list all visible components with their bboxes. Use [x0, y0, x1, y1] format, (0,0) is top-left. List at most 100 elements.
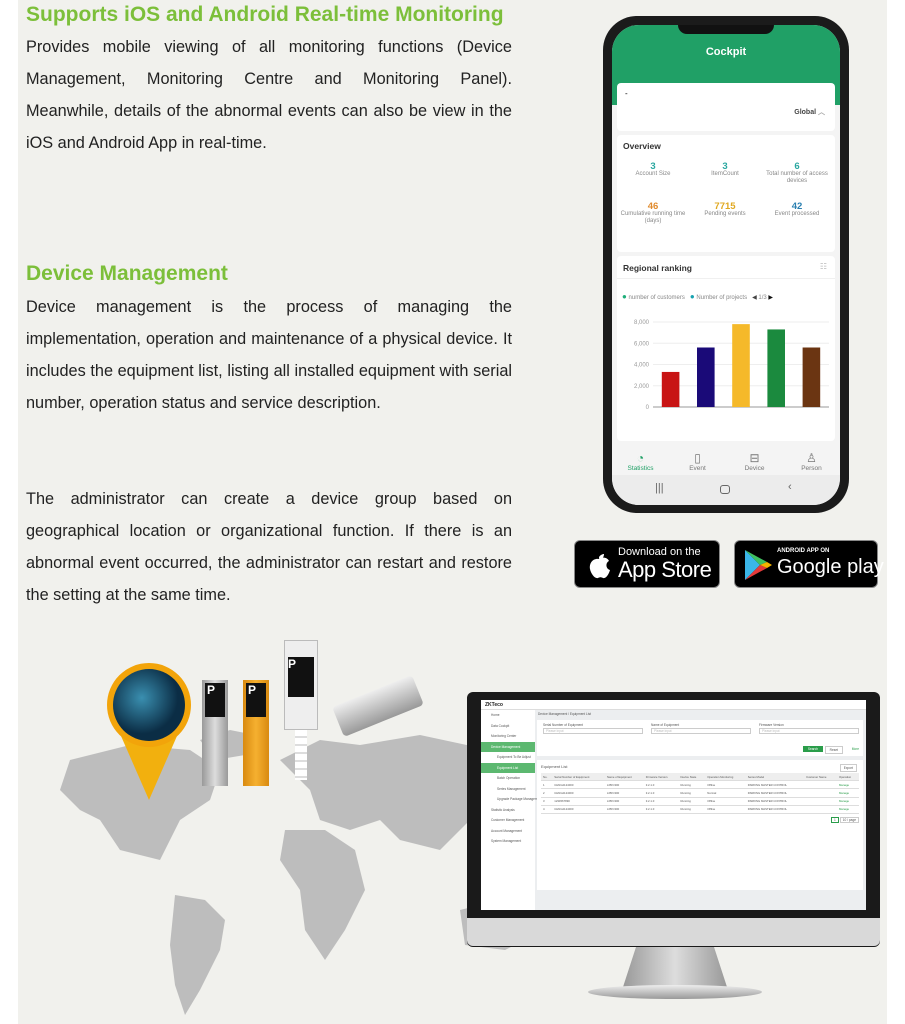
table-cell: CHNG2124000	[552, 805, 606, 814]
bar[interactable]	[697, 347, 715, 408]
table-cell[interactable]: Manage	[836, 788, 859, 798]
bar[interactable]	[802, 347, 821, 408]
stat-label: ItemCount	[711, 171, 739, 177]
bar[interactable]	[767, 329, 785, 407]
console-sidebar-item[interactable]: Home	[481, 710, 535, 721]
table-cell: 4	[541, 805, 553, 814]
y-tick-label: 6,000	[634, 341, 650, 347]
console-sidebar-item[interactable]: Equipment List	[481, 762, 535, 773]
table-cell: Running	[678, 780, 706, 790]
stat-value: 42	[791, 201, 803, 212]
table-cell: LPRC300	[605, 788, 644, 798]
filter-field: Name of Equipment Please input	[651, 723, 751, 734]
equipment-table: No. Serial Number of Equipment Name of Equ…	[541, 773, 859, 814]
scope-selector[interactable]: Global ︿	[794, 107, 825, 117]
bottom-nav-person[interactable]: ♙ Person	[783, 451, 840, 472]
console-more-link[interactable]: More	[852, 747, 859, 751]
table-cell: Normal	[705, 788, 746, 798]
stat-label: Account Size	[635, 171, 671, 177]
console-search-button[interactable]: Search	[802, 746, 823, 752]
equipment-list-title: Equipment List	[541, 764, 568, 769]
page-size-select[interactable]: 10 / page	[839, 816, 859, 823]
bottom-nav-statistics[interactable]: ◔ Statistics	[612, 451, 669, 472]
console-sidebar-item[interactable]: Monitoring Center	[481, 731, 535, 742]
app-header-title: Cockpit	[705, 46, 747, 58]
table-cell: 1234567890	[552, 797, 606, 806]
table-cell[interactable]: Manage	[836, 780, 859, 790]
console-sidebar-item[interactable]: System Management	[481, 836, 535, 847]
section-title-mobile: Supports iOS and Android Real-time Monit…	[26, 3, 504, 26]
ranking-bar-chart: 0 2,000 4,000 6,000 8,000	[634, 320, 829, 411]
legend-customers[interactable]: number of customers	[629, 295, 685, 301]
table-cell	[804, 788, 837, 798]
stat-value: 46	[647, 201, 659, 212]
console-sidebar-item[interactable]: Account Management	[481, 826, 535, 837]
table-cell	[804, 797, 837, 806]
table-cell: Running	[678, 797, 706, 806]
recent-apps-icon[interactable]: |||	[655, 482, 664, 494]
legend-projects[interactable]: Number of projects	[696, 295, 747, 301]
section-body-mobile: Provides mobile viewing of all monitorin…	[26, 38, 512, 152]
console-sidebar-item[interactable]: Batch Operation	[481, 773, 535, 784]
apple-logo-icon	[589, 554, 610, 579]
legend-dot-projects: ●	[689, 292, 695, 301]
play-text: play	[847, 556, 884, 578]
stat-label: Total number of access devices	[766, 171, 828, 184]
back-icon[interactable]: ‹	[788, 481, 792, 493]
table-cell[interactable]: Manage	[836, 797, 859, 806]
table-cell: Offline	[705, 780, 746, 790]
console-sidebar-item[interactable]: Data Cockpit	[481, 721, 535, 732]
overview-card: Overview 3 Account Size 3 ItemCount 6 Total n…	[617, 135, 835, 252]
filter-label: Serial Number of Equipment	[543, 723, 584, 727]
column-header: Name of Equipment	[605, 773, 644, 782]
column-header: Customer Name	[804, 773, 837, 782]
console-sidebar-item[interactable]: Equipment To Be Adjust	[481, 752, 535, 763]
table-cell: LPRC300	[605, 780, 644, 790]
console-sidebar-item[interactable]: Device Management	[481, 741, 535, 752]
bar[interactable]	[661, 371, 680, 407]
stat-label: Cumulative running time (days)	[620, 211, 686, 224]
overview-title: Overview	[623, 141, 661, 151]
nav-label: Statistics	[627, 465, 654, 472]
console-sidebar-item[interactable]: Customer Management	[481, 815, 535, 826]
export-button[interactable]: Export	[839, 764, 857, 772]
google-text: Google	[777, 556, 842, 578]
prev-page-icon[interactable]: ◀	[752, 295, 757, 301]
table-cell: PARKING MASTER CONTROL	[745, 788, 805, 798]
scope-label: Global	[794, 109, 817, 116]
scope-card[interactable]: - Global ︿	[617, 83, 835, 131]
google-play-badge[interactable]: ANDROID APP ON Google play	[734, 540, 884, 588]
console-sidebar-item[interactable]: Statistic Analysis	[481, 805, 535, 816]
console-sidebar-item[interactable]: Series Management	[481, 784, 535, 795]
table-cell: Offline	[705, 805, 746, 814]
next-page-icon[interactable]: ▶	[768, 295, 773, 301]
filter-input[interactable]: Please input	[759, 728, 859, 734]
filter-label: Firmware Version	[759, 723, 784, 727]
bottom-nav-event[interactable]: ▯ Event	[669, 451, 726, 472]
home-icon[interactable]	[720, 485, 730, 494]
console-reset-button[interactable]: Reset	[824, 746, 843, 754]
stat-label: Event processed	[774, 211, 820, 217]
stat-value: 6	[794, 161, 800, 172]
filter-input[interactable]: Please input	[651, 728, 751, 734]
bottom-nav-device[interactable]: ⊟ Device	[726, 451, 783, 472]
table-cell: Offline	[705, 797, 746, 806]
location-pin-globe-icon	[107, 663, 191, 800]
app-store-badge[interactable]: Download on the App Store	[574, 540, 720, 588]
y-tick-label: 2,000	[634, 384, 650, 390]
desktop-monitor-mockup: ZKTeco Home Data Cockpit Monitoring Center…	[467, 692, 880, 947]
ranking-page: 1/3	[758, 295, 767, 301]
app-store-big-text: App Store	[618, 557, 712, 582]
section-body-device-management: Device management is the process of mana…	[26, 298, 512, 412]
phone-notch	[678, 25, 774, 34]
table-cell[interactable]: Manage	[836, 805, 859, 814]
console-sidebar-item[interactable]: Upgrade Package Management	[481, 794, 542, 805]
overview-stat: 3 Account Size	[617, 162, 689, 178]
pie-chart-icon: ◔	[636, 451, 645, 465]
pagination-current[interactable]: 1	[831, 816, 839, 823]
table-cell: PARKING MASTER CONTROL	[745, 805, 805, 814]
list-icon[interactable]: ☷	[820, 262, 827, 271]
bar[interactable]	[732, 324, 750, 407]
filter-input[interactable]: Please input	[543, 728, 643, 734]
stat-label: Pending events	[704, 211, 746, 217]
